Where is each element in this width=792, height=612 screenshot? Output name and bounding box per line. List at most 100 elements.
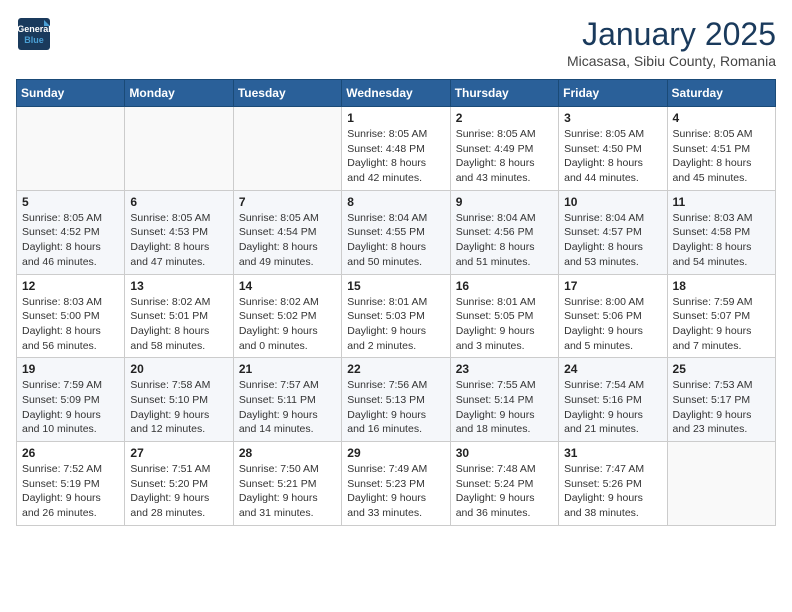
- calendar-cell: [233, 107, 341, 191]
- day-number: 6: [130, 195, 227, 209]
- day-info: Sunrise: 8:02 AM Sunset: 5:01 PM Dayligh…: [130, 295, 227, 354]
- calendar-week-row: 12Sunrise: 8:03 AM Sunset: 5:00 PM Dayli…: [17, 274, 776, 358]
- calendar-week-row: 19 Sunrise: 7:59 AM Sunset: 5:09 PM Dayli…: [17, 358, 776, 442]
- calendar-cell: 18 Sunrise: 7:59 AM Sunset: 5:07 PM Dayli…: [667, 274, 775, 358]
- day-number: 14: [239, 279, 336, 293]
- weekday-header-row: SundayMondayTuesdayWednesdayThursdayFrid…: [17, 80, 776, 107]
- calendar-cell: 24 Sunrise: 7:54 AM Sunset: 5:16 PM Dayli…: [559, 358, 667, 442]
- calendar-cell: [17, 107, 125, 191]
- calendar-cell: 1 Sunrise: 8:05 AM Sunset: 4:48 PM Daylig…: [342, 107, 450, 191]
- day-number: 8: [347, 195, 444, 209]
- day-number: 15: [347, 279, 444, 293]
- weekday-header: Wednesday: [342, 80, 450, 107]
- day-info: Sunrise: 8:01 AM Sunset: 5:05 PM Dayligh…: [456, 295, 553, 354]
- calendar-cell: 14 Sunrise: 8:02 AM Sunset: 5:02 PM Dayli…: [233, 274, 341, 358]
- day-number: 24: [564, 362, 661, 376]
- day-info: Sunrise: 8:04 AM Sunset: 4:57 PM Dayligh…: [564, 211, 661, 270]
- day-number: 26: [22, 446, 119, 460]
- day-info: Sunrise: 7:48 AM Sunset: 5:24 PM Dayligh…: [456, 462, 553, 521]
- calendar-cell: 26Sunrise: 7:52 AM Sunset: 5:19 PM Dayli…: [17, 442, 125, 526]
- day-info: Sunrise: 7:50 AM Sunset: 5:21 PM Dayligh…: [239, 462, 336, 521]
- day-info: Sunrise: 7:58 AM Sunset: 5:10 PM Dayligh…: [130, 378, 227, 437]
- day-info: Sunrise: 7:51 AM Sunset: 5:20 PM Dayligh…: [130, 462, 227, 521]
- day-info: Sunrise: 7:55 AM Sunset: 5:14 PM Dayligh…: [456, 378, 553, 437]
- day-info: Sunrise: 7:53 AM Sunset: 5:17 PM Dayligh…: [673, 378, 770, 437]
- day-number: 28: [239, 446, 336, 460]
- calendar-cell: 16 Sunrise: 8:01 AM Sunset: 5:05 PM Dayli…: [450, 274, 558, 358]
- calendar-cell: 19 Sunrise: 7:59 AM Sunset: 5:09 PM Dayli…: [17, 358, 125, 442]
- day-number: 4: [673, 111, 770, 125]
- day-number: 22: [347, 362, 444, 376]
- day-info: Sunrise: 8:03 AM Sunset: 4:58 PM Dayligh…: [673, 211, 770, 270]
- calendar-cell: 7 Sunrise: 8:05 AM Sunset: 4:54 PM Daylig…: [233, 190, 341, 274]
- day-number: 10: [564, 195, 661, 209]
- weekday-header: Tuesday: [233, 80, 341, 107]
- day-info: Sunrise: 8:00 AM Sunset: 5:06 PM Dayligh…: [564, 295, 661, 354]
- day-number: 21: [239, 362, 336, 376]
- day-number: 5: [22, 195, 119, 209]
- calendar-cell: 3Sunrise: 8:05 AM Sunset: 4:50 PM Daylig…: [559, 107, 667, 191]
- calendar: SundayMondayTuesdayWednesdayThursdayFrid…: [16, 79, 776, 526]
- day-number: 17: [564, 279, 661, 293]
- day-info: Sunrise: 7:47 AM Sunset: 5:26 PM Dayligh…: [564, 462, 661, 521]
- day-info: Sunrise: 7:59 AM Sunset: 5:09 PM Dayligh…: [22, 378, 119, 437]
- day-info: Sunrise: 7:59 AM Sunset: 5:07 PM Dayligh…: [673, 295, 770, 354]
- title-block: January 2025 Micasasa, Sibiu County, Rom…: [567, 16, 776, 69]
- day-info: Sunrise: 8:05 AM Sunset: 4:48 PM Dayligh…: [347, 127, 444, 186]
- calendar-cell: 10 Sunrise: 8:04 AM Sunset: 4:57 PM Dayli…: [559, 190, 667, 274]
- day-info: Sunrise: 8:05 AM Sunset: 4:53 PM Dayligh…: [130, 211, 227, 270]
- day-info: Sunrise: 8:04 AM Sunset: 4:55 PM Dayligh…: [347, 211, 444, 270]
- month-title: January 2025: [567, 16, 776, 53]
- day-number: 11: [673, 195, 770, 209]
- location: Micasasa, Sibiu County, Romania: [567, 53, 776, 69]
- calendar-cell: 30 Sunrise: 7:48 AM Sunset: 5:24 PM Dayli…: [450, 442, 558, 526]
- calendar-cell: 17 Sunrise: 8:00 AM Sunset: 5:06 PM Dayli…: [559, 274, 667, 358]
- day-number: 30: [456, 446, 553, 460]
- day-info: Sunrise: 8:05 AM Sunset: 4:49 PM Dayligh…: [456, 127, 553, 186]
- logo-icon: General Blue: [16, 16, 52, 52]
- calendar-cell: 27Sunrise: 7:51 AM Sunset: 5:20 PM Dayli…: [125, 442, 233, 526]
- calendar-cell: 15 Sunrise: 8:01 AM Sunset: 5:03 PM Dayli…: [342, 274, 450, 358]
- day-info: Sunrise: 8:05 AM Sunset: 4:51 PM Dayligh…: [673, 127, 770, 186]
- calendar-cell: 8 Sunrise: 8:04 AM Sunset: 4:55 PM Daylig…: [342, 190, 450, 274]
- day-number: 29: [347, 446, 444, 460]
- day-number: 16: [456, 279, 553, 293]
- weekday-header: Thursday: [450, 80, 558, 107]
- day-number: 2: [456, 111, 553, 125]
- day-info: Sunrise: 7:57 AM Sunset: 5:11 PM Dayligh…: [239, 378, 336, 437]
- day-info: Sunrise: 7:49 AM Sunset: 5:23 PM Dayligh…: [347, 462, 444, 521]
- page-header: General Blue January 2025 Micasasa, Sibi…: [16, 16, 776, 69]
- weekday-header: Saturday: [667, 80, 775, 107]
- calendar-cell: 4 Sunrise: 8:05 AM Sunset: 4:51 PM Daylig…: [667, 107, 775, 191]
- day-info: Sunrise: 8:01 AM Sunset: 5:03 PM Dayligh…: [347, 295, 444, 354]
- day-info: Sunrise: 8:05 AM Sunset: 4:54 PM Dayligh…: [239, 211, 336, 270]
- calendar-cell: 23Sunrise: 7:55 AM Sunset: 5:14 PM Dayli…: [450, 358, 558, 442]
- day-number: 7: [239, 195, 336, 209]
- calendar-cell: 2 Sunrise: 8:05 AM Sunset: 4:49 PM Daylig…: [450, 107, 558, 191]
- day-number: 1: [347, 111, 444, 125]
- day-info: Sunrise: 8:05 AM Sunset: 4:50 PM Dayligh…: [564, 127, 661, 186]
- day-number: 13: [130, 279, 227, 293]
- day-number: 12: [22, 279, 119, 293]
- calendar-week-row: 26Sunrise: 7:52 AM Sunset: 5:19 PM Dayli…: [17, 442, 776, 526]
- day-number: 19: [22, 362, 119, 376]
- day-number: 18: [673, 279, 770, 293]
- calendar-cell: 22Sunrise: 7:56 AM Sunset: 5:13 PM Dayli…: [342, 358, 450, 442]
- calendar-cell: 21 Sunrise: 7:57 AM Sunset: 5:11 PM Dayli…: [233, 358, 341, 442]
- calendar-cell: 6 Sunrise: 8:05 AM Sunset: 4:53 PM Daylig…: [125, 190, 233, 274]
- logo: General Blue: [16, 16, 56, 52]
- day-number: 25: [673, 362, 770, 376]
- svg-text:Blue: Blue: [24, 35, 44, 45]
- calendar-week-row: 5 Sunrise: 8:05 AM Sunset: 4:52 PM Daylig…: [17, 190, 776, 274]
- calendar-cell: 29 Sunrise: 7:49 AM Sunset: 5:23 PM Dayli…: [342, 442, 450, 526]
- day-info: Sunrise: 8:02 AM Sunset: 5:02 PM Dayligh…: [239, 295, 336, 354]
- day-info: Sunrise: 8:05 AM Sunset: 4:52 PM Dayligh…: [22, 211, 119, 270]
- calendar-cell: 31Sunrise: 7:47 AM Sunset: 5:26 PM Dayli…: [559, 442, 667, 526]
- calendar-cell: 13 Sunrise: 8:02 AM Sunset: 5:01 PM Dayli…: [125, 274, 233, 358]
- weekday-header: Sunday: [17, 80, 125, 107]
- day-info: Sunrise: 7:54 AM Sunset: 5:16 PM Dayligh…: [564, 378, 661, 437]
- calendar-cell: 11 Sunrise: 8:03 AM Sunset: 4:58 PM Dayli…: [667, 190, 775, 274]
- calendar-cell: 5 Sunrise: 8:05 AM Sunset: 4:52 PM Daylig…: [17, 190, 125, 274]
- day-number: 9: [456, 195, 553, 209]
- calendar-cell: [125, 107, 233, 191]
